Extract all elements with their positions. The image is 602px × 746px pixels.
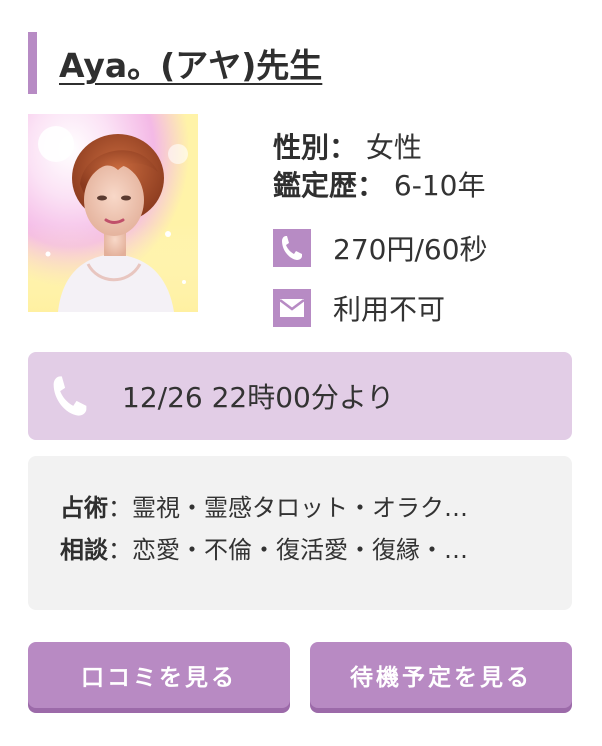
gender-row: 性別： 女性 bbox=[273, 126, 422, 166]
phone-icon bbox=[273, 229, 311, 267]
fortune-details-box: 占術：霊視・霊感タロット・オラク… 相談：恋愛・不倫・復活愛・復縁・… bbox=[28, 456, 572, 610]
experience-label: 鑑定歴： bbox=[273, 169, 386, 202]
title-accent-bar bbox=[28, 32, 37, 94]
fortune-teller-header: Aya。(アヤ)先生 bbox=[28, 32, 574, 94]
gender-label: 性別： bbox=[273, 131, 358, 164]
phone-icon bbox=[50, 372, 90, 420]
fortune-method-value: 霊視・霊感タロット・オラク… bbox=[132, 494, 468, 522]
mail-status-row: 利用不可 bbox=[273, 288, 445, 328]
mail-status-value: 利用不可 bbox=[333, 293, 446, 326]
consultation-label: 相談 bbox=[60, 536, 108, 564]
consultation-value: 恋愛・不倫・復活愛・復縁・… bbox=[132, 536, 468, 564]
experience-value: 6-10年 bbox=[393, 169, 486, 202]
profile-photo-image bbox=[28, 114, 198, 312]
view-standby-schedule-button[interactable]: 待機予定を見る bbox=[310, 642, 572, 708]
view-reviews-button[interactable]: 口コミを見る bbox=[28, 642, 290, 708]
profile-photo[interactable] bbox=[28, 114, 198, 312]
consultation-row: 相談：恋愛・不倫・復活愛・復縁・… bbox=[60, 530, 540, 565]
fortune-method-row: 占術：霊視・霊感タロット・オラク… bbox=[60, 488, 540, 523]
fortune-teller-name-link[interactable]: Aya。(アヤ)先生 bbox=[59, 39, 322, 87]
phone-price-row: 270円/60秒 bbox=[273, 228, 488, 268]
next-standby-schedule: 12/26 22時00分より bbox=[28, 352, 572, 440]
next-standby-text: 12/26 22時00分より bbox=[122, 381, 395, 414]
fortune-method-label: 占術 bbox=[60, 494, 108, 522]
phone-price-value: 270円/60秒 bbox=[333, 233, 488, 266]
gender-value: 女性 bbox=[365, 131, 422, 164]
mail-icon bbox=[273, 289, 311, 327]
experience-row: 鑑定歴： 6-10年 bbox=[273, 164, 485, 204]
fortune-method-separator: ： bbox=[108, 494, 132, 522]
consultation-separator: ： bbox=[108, 536, 132, 564]
